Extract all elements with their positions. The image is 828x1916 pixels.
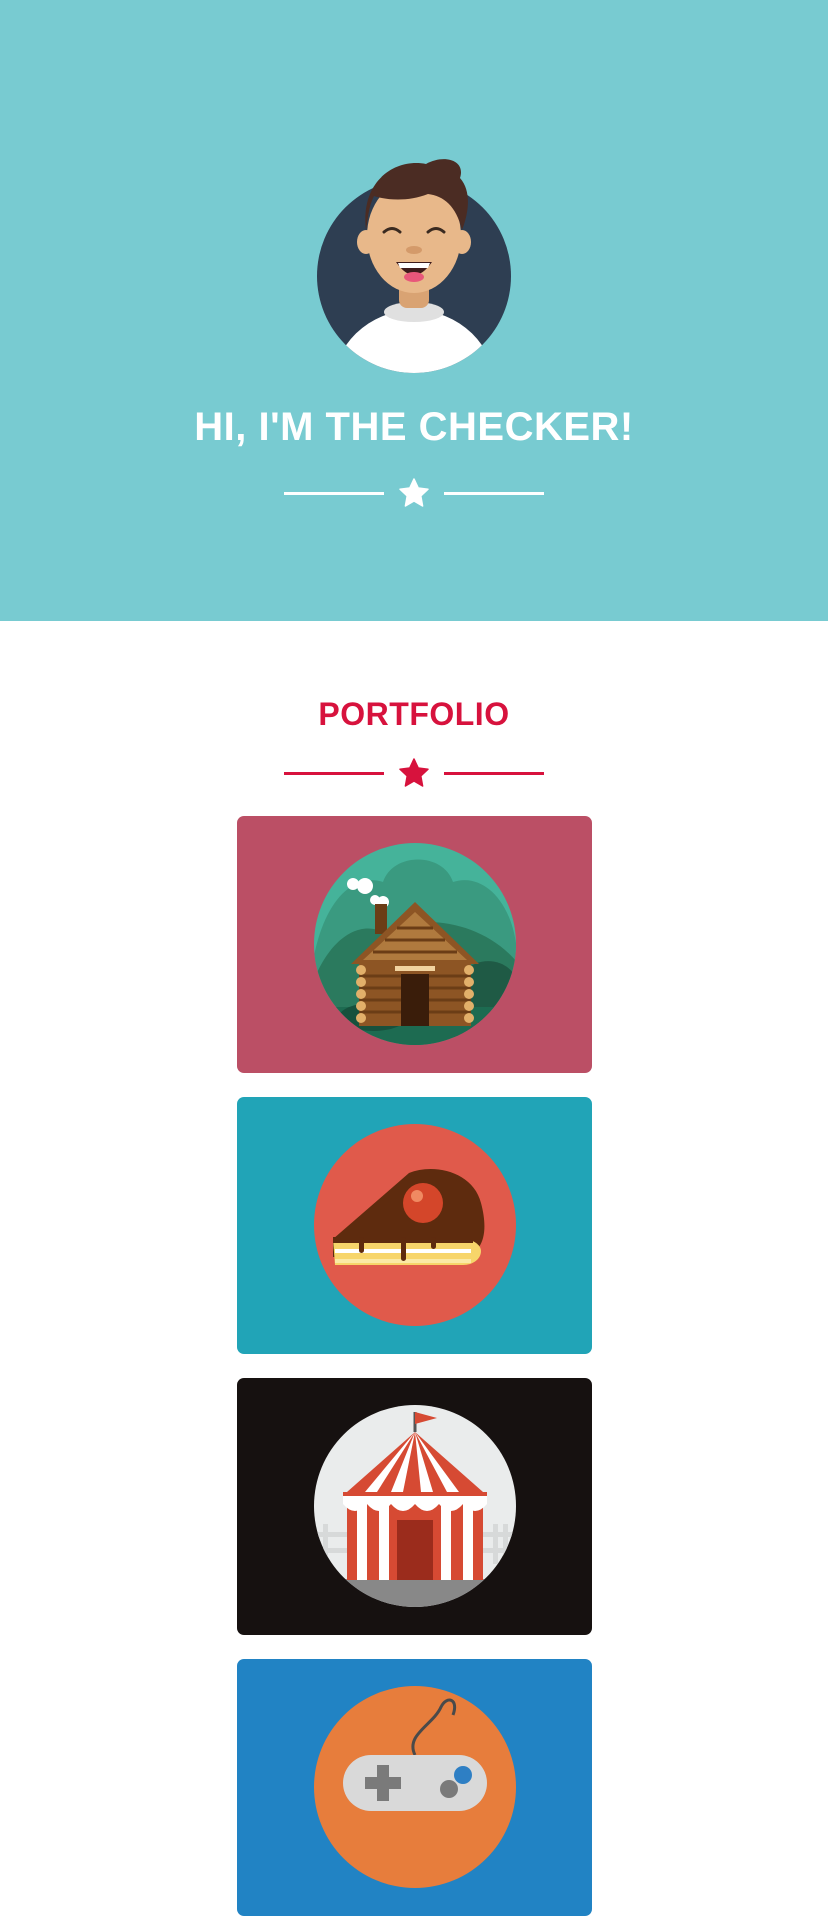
hero-divider [284,478,544,508]
masthead: HI, I'M THE CHECKER! [0,0,828,621]
portfolio-item-cake[interactable] [237,1097,592,1354]
star-icon [399,758,429,787]
hero-title: HI, I'M THE CHECKER! [194,405,634,449]
portfolio-title: PORTFOLIO [318,696,510,732]
portfolio-item-circus[interactable] [237,1378,592,1635]
portfolio-divider [284,758,544,788]
cake-slice-icon [314,1124,516,1326]
divider-line-right [444,772,544,775]
circus-tent-icon [314,1405,516,1607]
game-controller-icon [314,1686,516,1888]
divider-line-left [284,492,384,495]
log-cabin-icon [314,843,516,1045]
divider-line-right [444,492,544,495]
star-icon [399,478,429,507]
divider-line-left [284,772,384,775]
portfolio-item-controller[interactable] [237,1659,592,1916]
avatar [317,159,511,373]
portfolio-item-cabin[interactable] [237,816,592,1073]
